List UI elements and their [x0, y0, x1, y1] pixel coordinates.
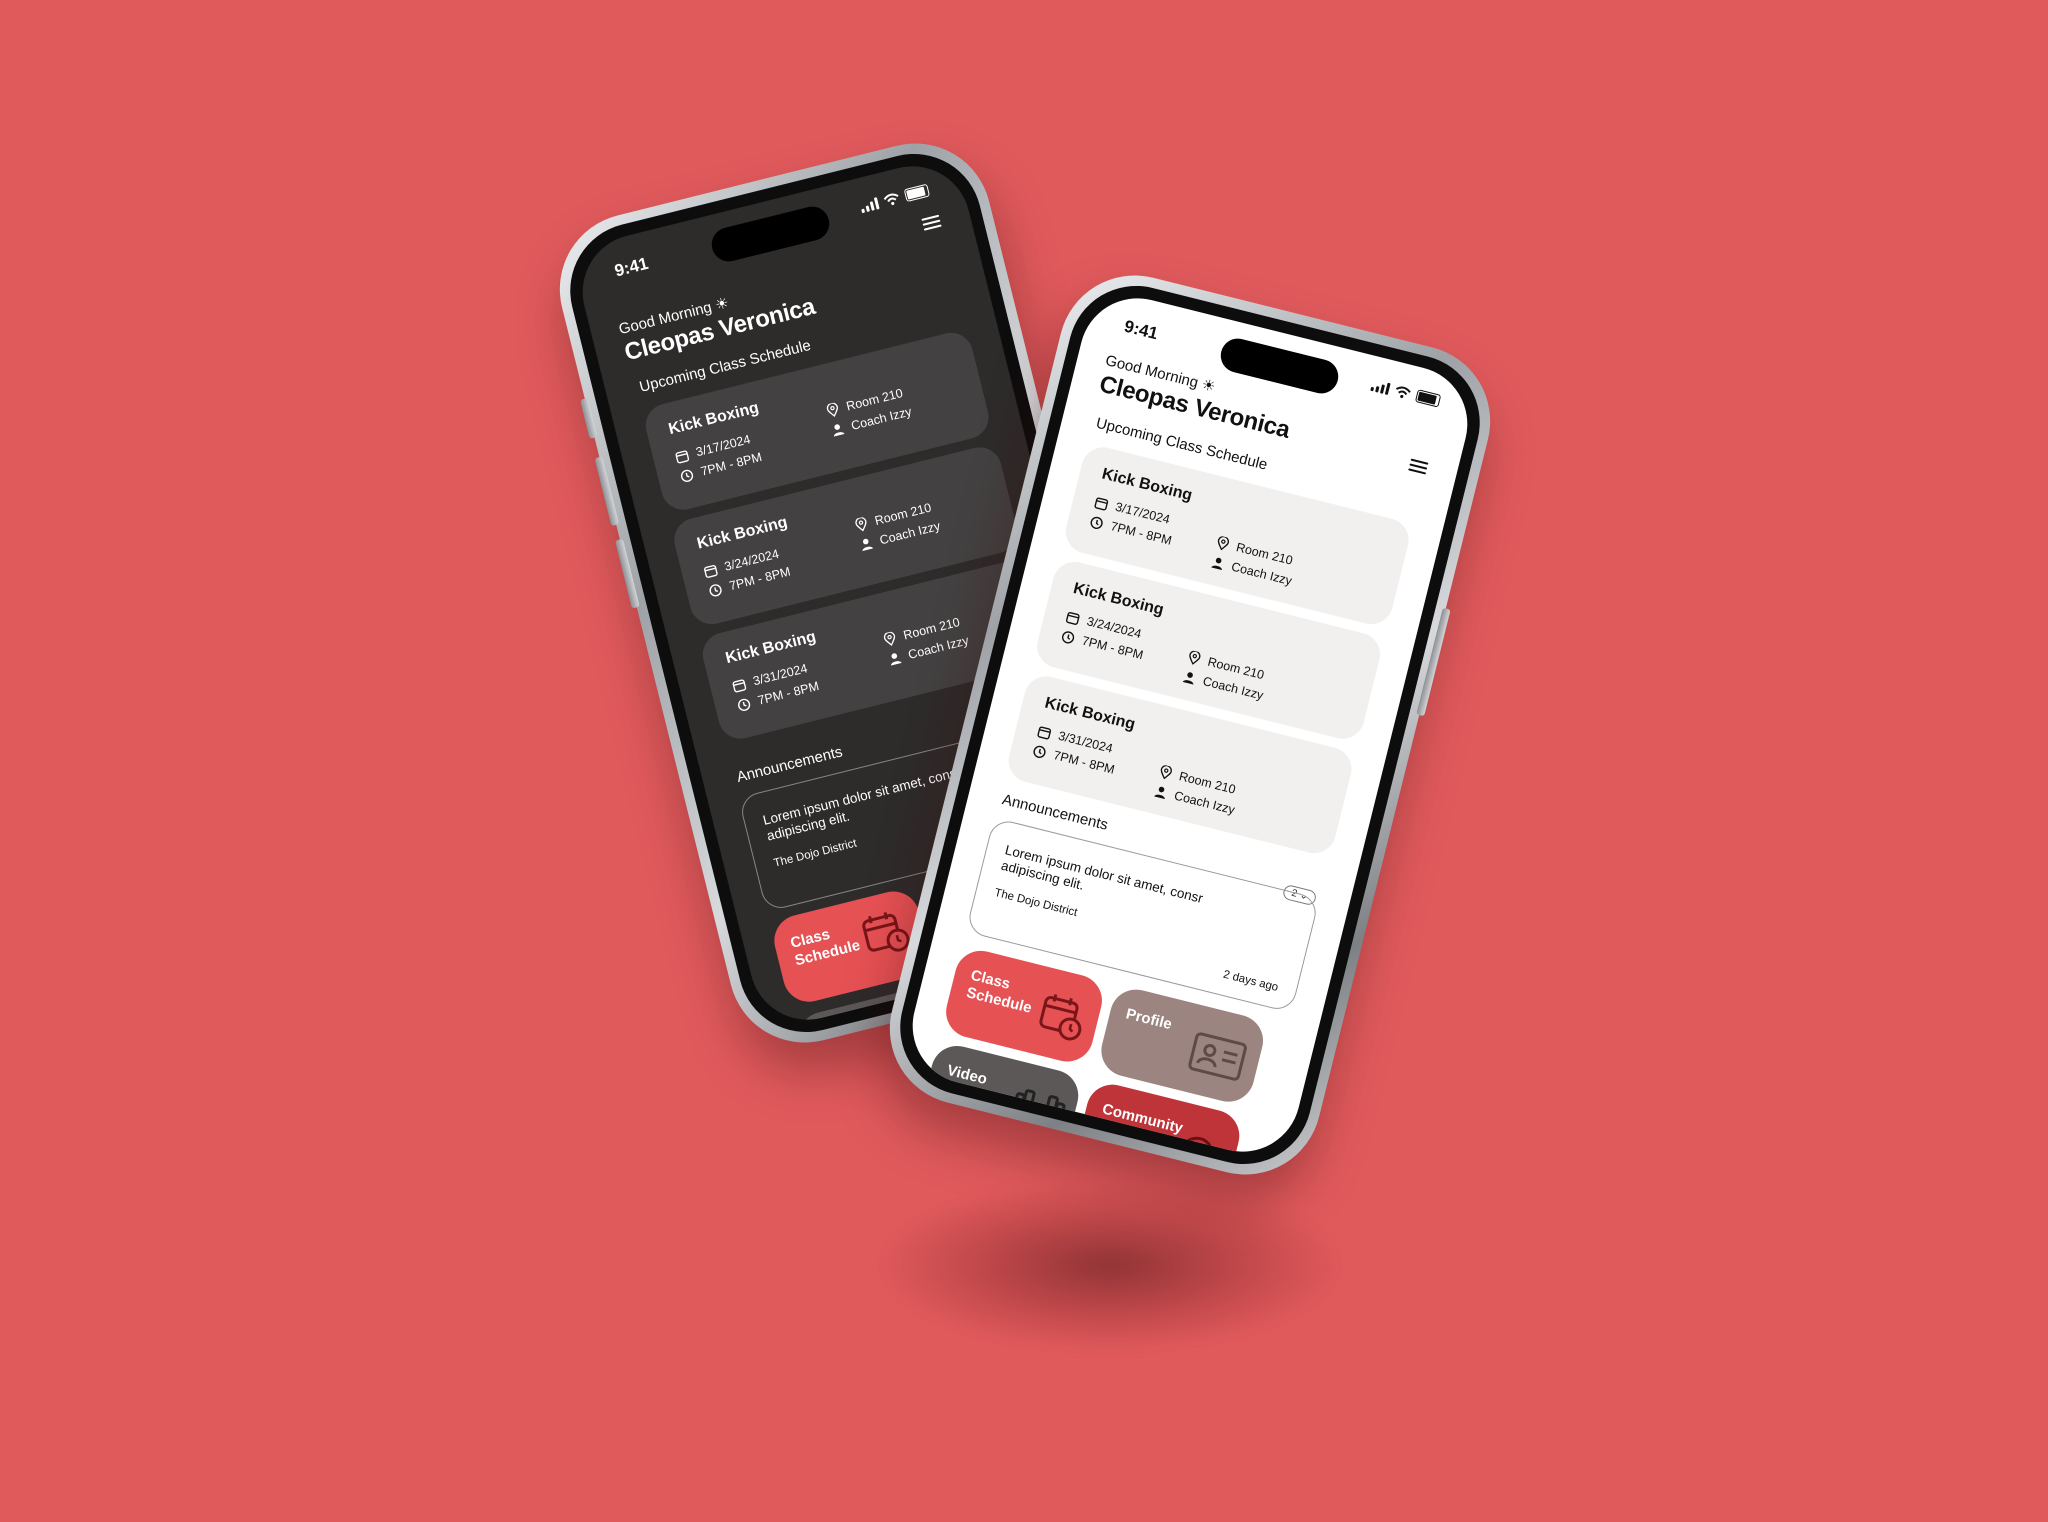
- status-time: 9:41: [612, 253, 651, 281]
- clock-icon: [680, 469, 694, 482]
- id-card-icon: [1188, 1032, 1247, 1081]
- battery-icon: [903, 183, 931, 203]
- announcement-source: The Dojo District: [772, 837, 858, 870]
- clock-icon: [1033, 745, 1046, 758]
- person-icon: [862, 538, 874, 552]
- sun-icon: ☀: [713, 294, 731, 315]
- mute-switch: [579, 398, 598, 439]
- clock-icon: [737, 698, 751, 711]
- wifi-icon: [1396, 386, 1411, 398]
- announcement-age: 2 days ago: [1221, 968, 1280, 994]
- status-icons: [1370, 378, 1442, 408]
- dynamic-island: [1217, 334, 1342, 398]
- sun-icon: ☀: [1199, 376, 1218, 396]
- signal-icon: [1370, 379, 1391, 395]
- calendar-icon: [1066, 611, 1080, 625]
- scene: 9:41 Good Morning ☀ Cleopas Veronica Upc…: [0, 0, 2048, 1522]
- calendar-icon: [1094, 497, 1109, 510]
- location-pin-icon: [855, 517, 867, 532]
- location-pin-icon: [1160, 764, 1172, 780]
- wifi-icon: [883, 193, 899, 205]
- calendar-icon: [703, 564, 718, 578]
- location-pin-icon: [883, 631, 896, 646]
- location-pin-icon: [1217, 535, 1229, 551]
- person-icon: [1211, 557, 1222, 571]
- hamburger-menu-icon[interactable]: [1407, 456, 1429, 478]
- clock-icon: [709, 583, 722, 596]
- announcement-source: The Dojo District: [993, 886, 1079, 920]
- announcement-message: Lorem ipsum dolor sit amet, consr adipis…: [999, 842, 1205, 907]
- clock-icon: [1062, 630, 1075, 644]
- calendar-clock-icon: [1039, 994, 1082, 1041]
- hamburger-menu-icon[interactable]: [921, 212, 943, 234]
- dynamic-island: [708, 202, 833, 266]
- person-icon: [1182, 672, 1194, 685]
- signal-icon: [859, 196, 880, 213]
- calendar-icon: [1037, 726, 1052, 739]
- location-pin-icon: [1189, 650, 1201, 665]
- calendar-icon: [675, 450, 690, 463]
- person-icon: [890, 653, 902, 666]
- status-time: 9:41: [1122, 316, 1160, 344]
- calendar-icon: [732, 678, 747, 692]
- location-pin-icon: [826, 402, 839, 417]
- battery-icon: [1414, 389, 1442, 408]
- floor-shadow: [880, 1180, 1340, 1350]
- clock-icon: [1090, 516, 1103, 529]
- person-icon: [1154, 786, 1165, 800]
- person-icon: [833, 424, 845, 437]
- status-icons: [859, 183, 931, 214]
